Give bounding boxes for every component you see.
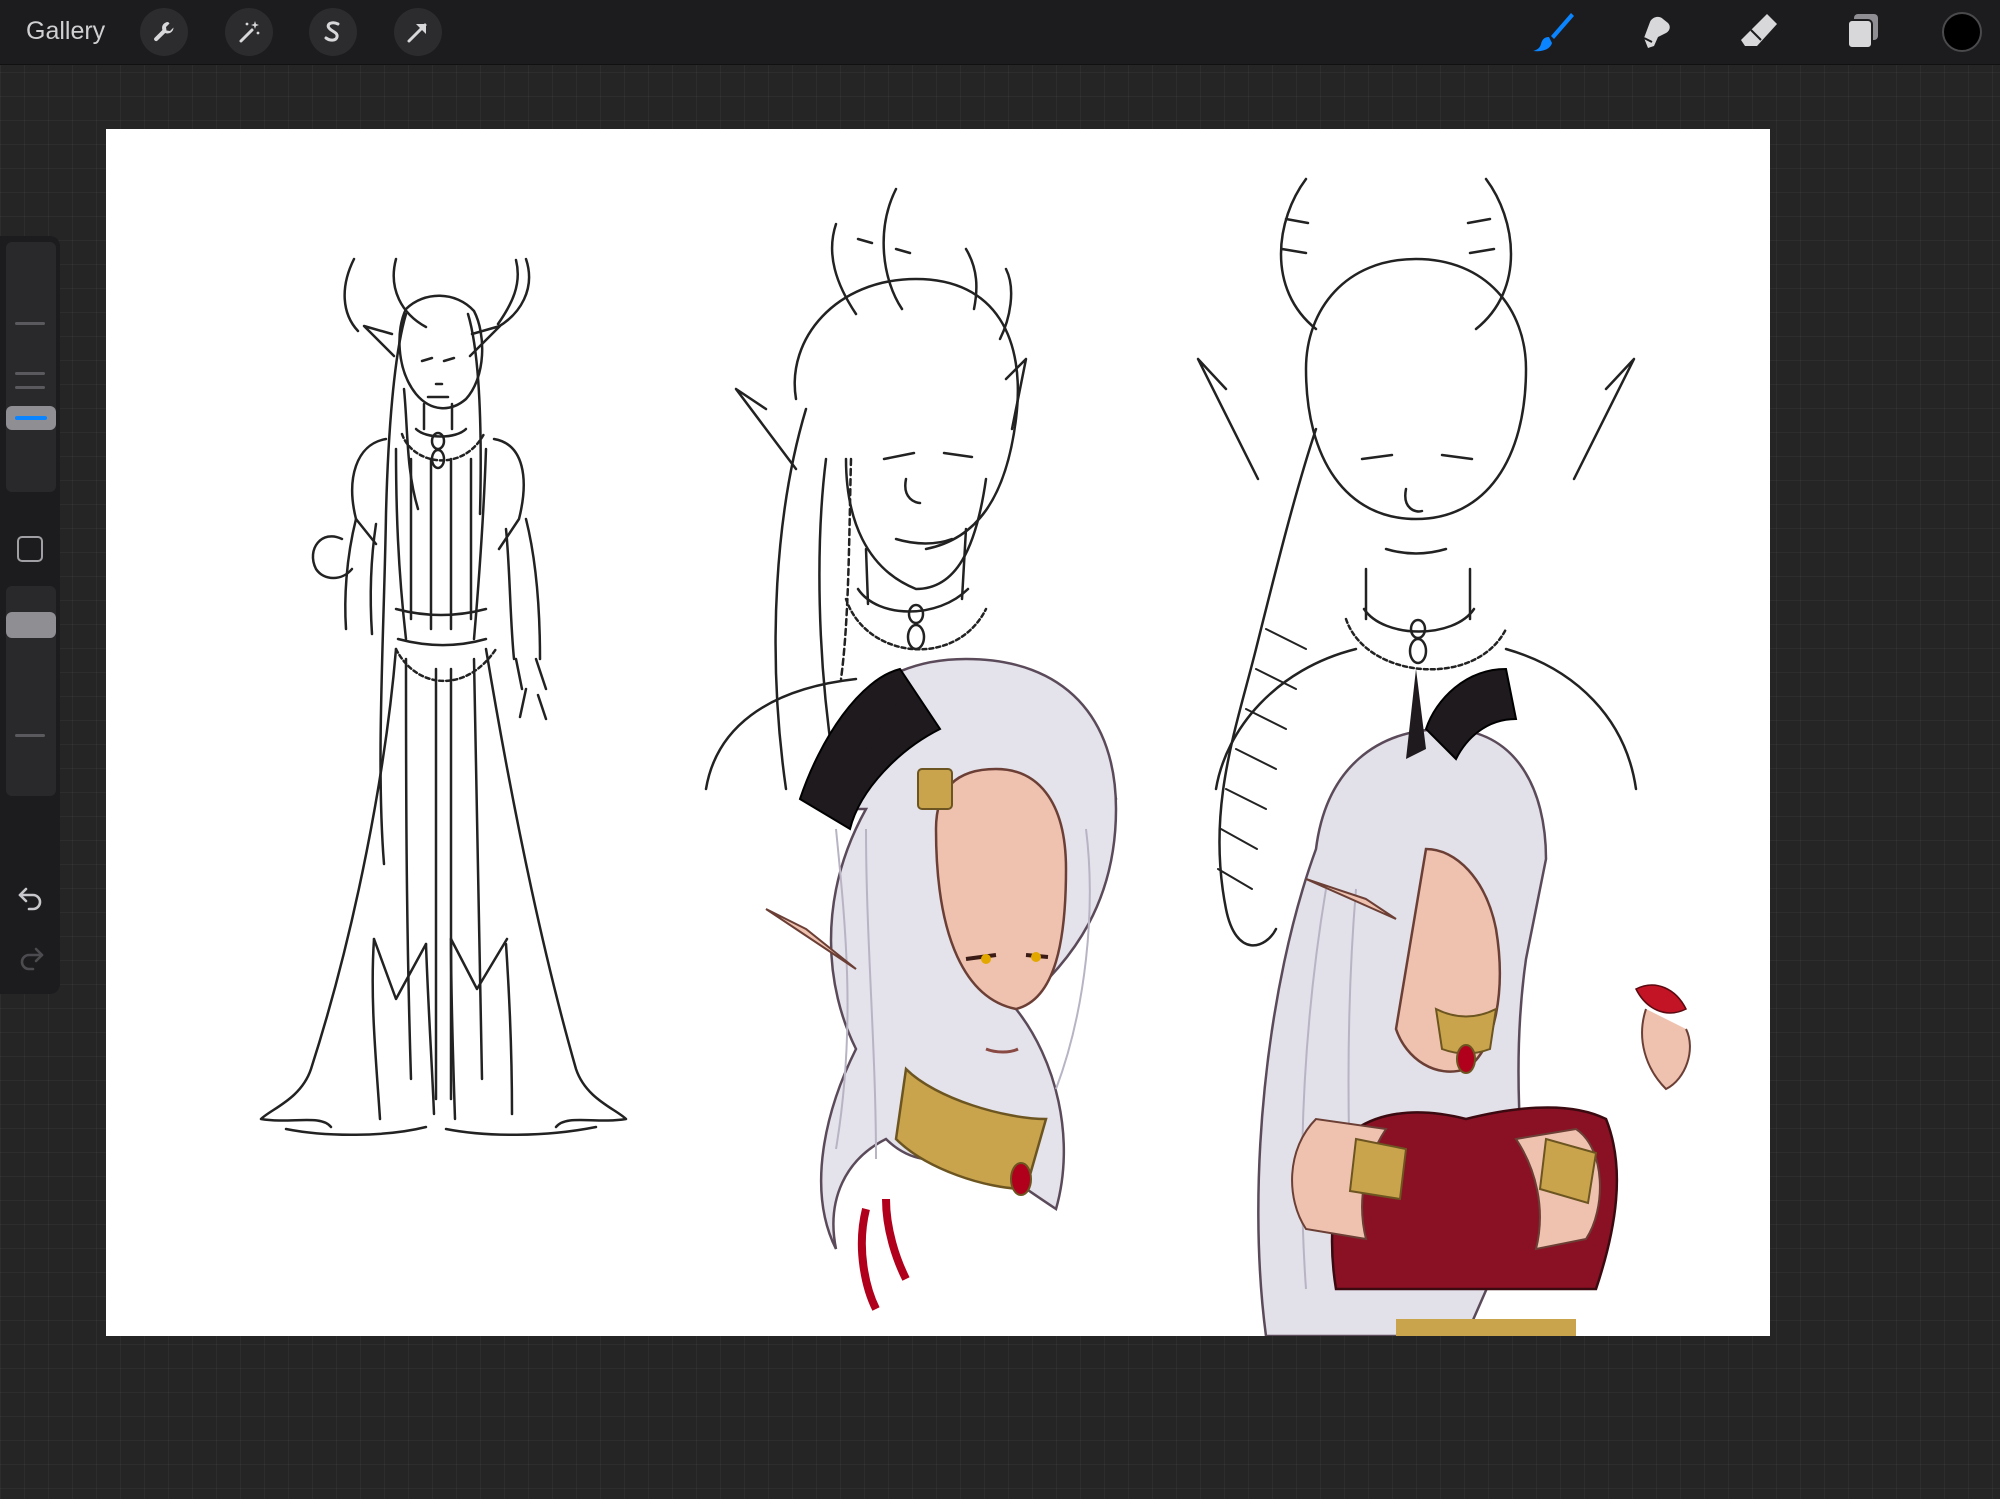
gallery-button[interactable]: Gallery — [26, 14, 105, 48]
undo-icon — [18, 887, 42, 911]
full-body-lineart — [259, 257, 628, 1137]
colored-portrait-right — [1257, 667, 1691, 1336]
actions-button[interactable] — [140, 8, 188, 56]
redo-icon — [20, 947, 44, 971]
magic-wand-icon — [239, 21, 260, 43]
brush-icon — [1533, 13, 1574, 52]
opacity-thumb[interactable] — [6, 612, 56, 638]
slider-tick — [15, 734, 45, 737]
brush-size-thumb[interactable] — [6, 406, 56, 430]
drawing-canvas[interactable] — [106, 129, 1770, 1336]
color-picker-button[interactable] — [1942, 12, 1982, 52]
brush-tool-button[interactable] — [1531, 10, 1575, 54]
undo-button[interactable] — [14, 880, 48, 914]
smudge-icon — [1643, 16, 1670, 48]
colored-portrait-left — [765, 657, 1118, 1311]
redo-button[interactable] — [14, 940, 48, 974]
layers-button[interactable] — [1840, 10, 1884, 54]
eraser-icon — [1741, 14, 1777, 46]
layers-icon — [1847, 14, 1878, 49]
transform-button[interactable] — [394, 8, 442, 56]
selection-button[interactable] — [309, 8, 357, 56]
slider-tick — [15, 386, 45, 389]
modify-square-icon[interactable] — [17, 536, 43, 562]
wrench-icon — [154, 22, 174, 42]
adjustments-button[interactable] — [225, 8, 273, 56]
transform-arrow-icon — [407, 23, 427, 43]
smudge-tool-button[interactable] — [1634, 10, 1678, 54]
eraser-tool-button[interactable] — [1737, 10, 1781, 54]
slider-tick — [15, 372, 45, 375]
artwork — [259, 177, 1691, 1336]
left-sidebar — [0, 236, 60, 994]
brush-size-slider[interactable] — [6, 242, 56, 492]
top-toolbar: Gallery — [0, 0, 2000, 65]
selection-icon — [324, 21, 340, 42]
slider-tick — [15, 322, 45, 325]
